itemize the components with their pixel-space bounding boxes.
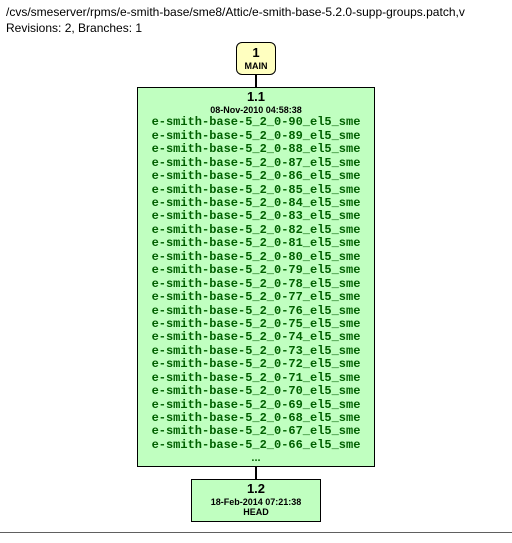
revision-tag: e-smith-base-5_2_0-74_el5_sme: [142, 331, 370, 344]
revision-number: 1.2: [196, 482, 316, 497]
revision-tag: e-smith-base-5_2_0-73_el5_sme: [142, 345, 370, 358]
revision-tag: e-smith-base-5_2_0-80_el5_sme: [142, 251, 370, 264]
revision-tag: e-smith-base-5_2_0-88_el5_sme: [142, 143, 370, 156]
revision-tag: e-smith-base-5_2_0-68_el5_sme: [142, 412, 370, 425]
branch-node-main[interactable]: 1 MAIN: [236, 42, 276, 74]
revision-node-1-2[interactable]: 1.2 18-Feb-2014 07:21:38 HEAD: [191, 479, 321, 522]
revision-tag: e-smith-base-5_2_0-81_el5_sme: [142, 237, 370, 250]
revision-tag: e-smith-base-5_2_0-67_el5_sme: [142, 425, 370, 438]
revision-tag: e-smith-base-5_2_0-78_el5_sme: [142, 278, 370, 291]
revision-tag: e-smith-base-5_2_0-82_el5_sme: [142, 224, 370, 237]
branch-number: 1: [237, 46, 275, 60]
revision-tag: e-smith-base-5_2_0-72_el5_sme: [142, 358, 370, 371]
revision-tag: e-smith-base-5_2_0-89_el5_sme: [142, 130, 370, 143]
connector-line: [255, 467, 257, 479]
revision-tag: e-smith-base-5_2_0-77_el5_sme: [142, 291, 370, 304]
divider: [0, 532, 512, 533]
branch-name: MAIN: [237, 62, 275, 72]
revision-number: 1.1: [142, 90, 370, 105]
revision-tag: e-smith-base-5_2_0-86_el5_sme: [142, 170, 370, 183]
head-label: HEAD: [196, 508, 316, 518]
revision-tag: e-smith-base-5_2_0-75_el5_sme: [142, 318, 370, 331]
revision-tag: e-smith-base-5_2_0-66_el5_sme: [142, 439, 370, 452]
revision-tag: e-smith-base-5_2_0-69_el5_sme: [142, 399, 370, 412]
ellipsis-icon: ...: [142, 453, 370, 464]
revision-node-1-1[interactable]: 1.1 08-Nov-2010 04:58:38 e-smith-base-5_…: [137, 87, 375, 468]
revision-date: 08-Nov-2010 04:58:38: [142, 106, 370, 116]
revision-tag: e-smith-base-5_2_0-85_el5_sme: [142, 184, 370, 197]
connector-line: [255, 75, 257, 87]
header: /cvs/smeserver/rpms/e-smith-base/sme8/At…: [0, 0, 512, 38]
revision-tag: e-smith-base-5_2_0-90_el5_sme: [142, 116, 370, 129]
revision-graph: 1 MAIN 1.1 08-Nov-2010 04:58:38 e-smith-…: [0, 42, 512, 528]
revision-tag: e-smith-base-5_2_0-70_el5_sme: [142, 385, 370, 398]
revision-tag: e-smith-base-5_2_0-87_el5_sme: [142, 157, 370, 170]
revision-tag: e-smith-base-5_2_0-79_el5_sme: [142, 264, 370, 277]
revision-tag: e-smith-base-5_2_0-71_el5_sme: [142, 372, 370, 385]
revision-tag-list: e-smith-base-5_2_0-90_el5_smee-smith-bas…: [142, 116, 370, 452]
revision-summary: Revisions: 2, Branches: 1: [6, 20, 506, 36]
revision-tag: e-smith-base-5_2_0-83_el5_sme: [142, 210, 370, 223]
revision-tag: e-smith-base-5_2_0-84_el5_sme: [142, 197, 370, 210]
repo-path: /cvs/smeserver/rpms/e-smith-base/sme8/At…: [6, 4, 506, 20]
revision-tag: e-smith-base-5_2_0-76_el5_sme: [142, 305, 370, 318]
